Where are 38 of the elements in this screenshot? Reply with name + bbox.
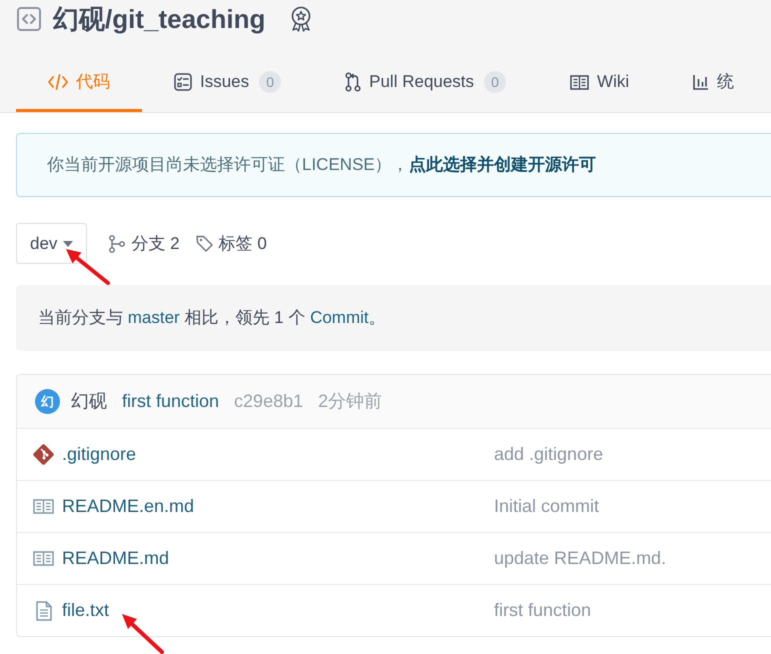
- book-icon: [33, 551, 54, 566]
- stats-tab[interactable]: 统: [661, 55, 766, 112]
- license-notice-text: 你当前开源项目尚未选择许可证（LICENSE），点此选择并创建开源许可: [47, 154, 596, 176]
- code-icon: [17, 7, 41, 31]
- annotation-arrow: [122, 614, 164, 654]
- caret-icon: [63, 240, 74, 246]
- commit-author[interactable]: 幻砚: [71, 388, 107, 415]
- pull-request-icon: [345, 72, 362, 92]
- license-link[interactable]: 点此选择并创建开源许可: [408, 155, 596, 174]
- branches-link[interactable]: 分支 2: [109, 230, 180, 256]
- award-icon[interactable]: [289, 6, 314, 32]
- checklist-icon: [174, 73, 192, 91]
- file-link[interactable]: README.en.md: [62, 493, 194, 520]
- branch-icon: [109, 234, 126, 252]
- commit-message-link[interactable]: first function: [122, 388, 220, 415]
- repo-title[interactable]: 幻砚/git_teaching: [53, 6, 266, 32]
- annotation-arrow: [66, 249, 110, 285]
- branch-link[interactable]: master: [128, 308, 180, 328]
- pulls-tab[interactable]: Pull Requests 0: [313, 55, 538, 112]
- book-icon: [33, 499, 54, 514]
- file-link[interactable]: .gitignore: [62, 441, 136, 468]
- document-icon: [36, 600, 52, 620]
- branch-dropdown[interactable]: dev: [16, 223, 88, 264]
- commit-link[interactable]: Commit: [310, 308, 369, 328]
- count-badge: 0: [259, 71, 282, 93]
- tag-icon: [196, 235, 213, 252]
- tags-link[interactable]: 标签 0: [196, 230, 267, 256]
- bar-chart-icon: [693, 74, 710, 90]
- file-link[interactable]: file.txt: [62, 597, 110, 624]
- wiki-tab[interactable]: Wiki: [538, 55, 662, 112]
- file-link[interactable]: README.md: [62, 545, 170, 572]
- book-icon: [570, 74, 590, 90]
- commit-time: 2分钟前: [318, 390, 382, 413]
- compare-notice-text: 当前分支与 master 相比，领先 1 个 Commit。: [38, 307, 386, 330]
- git-icon: [33, 444, 54, 465]
- count-badge: 0: [484, 71, 506, 93]
- issues-tab[interactable]: Issues 0: [142, 55, 314, 112]
- code-icon: [48, 74, 68, 90]
